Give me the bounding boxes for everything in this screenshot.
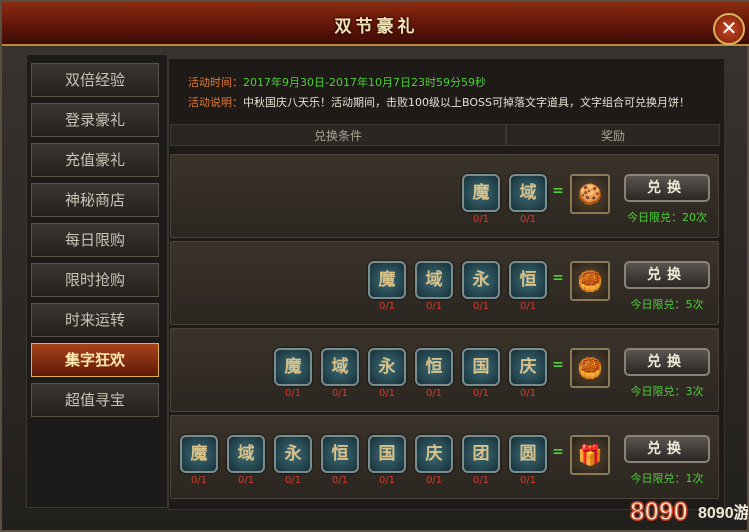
character-item[interactable]: 域 [509,174,547,212]
equals-sign: = [552,270,564,286]
equals-sign: = [552,444,564,460]
sidebar-item[interactable]: 集字狂欢 [31,343,159,377]
character-item[interactable]: 域 [321,348,359,386]
character-item[interactable]: 团 [462,435,500,473]
watermark-text: 8090游戏 [698,503,748,522]
character-count: 0/1 [472,475,490,486]
character-count: 0/1 [284,388,302,399]
character-count: 0/1 [378,388,396,399]
character-item[interactable]: 恒 [321,435,359,473]
sidebar-item[interactable]: 双倍经验 [31,63,159,97]
event-window: 双节豪礼 ✕ 双倍经验登录豪礼充值豪礼神秘商店每日限购限时抢购时来运转集字狂欢超… [0,0,749,532]
exchange-button[interactable]: 兑换 [624,261,710,289]
sidebar-item[interactable]: 神秘商店 [31,183,159,217]
exchange-button[interactable]: 兑换 [624,174,710,202]
character-item[interactable]: 域 [415,261,453,299]
sidebar-item[interactable]: 时来运转 [31,303,159,337]
event-info: 活动时间：2017年9月30日-2017年10月7日23时59分59秒 活动说明… [188,73,690,113]
character-item[interactable]: 庆 [509,348,547,386]
character-count: 0/1 [378,475,396,486]
character-count: 0/1 [378,301,396,312]
character-item[interactable]: 永 [462,261,500,299]
character-item[interactable]: 国 [462,348,500,386]
character-count: 0/1 [519,301,537,312]
character-item[interactable]: 魔 [180,435,218,473]
daily-limit-text: 今日限兑：5次 [630,298,704,311]
time-value: 2017年9月30日-2017年10月7日23时59分59秒 [243,76,486,89]
character-item[interactable]: 庆 [415,435,453,473]
character-item[interactable]: 国 [368,435,406,473]
mooncake-jade-bowl-icon[interactable]: 🥮 [570,348,610,388]
sidebar-item[interactable]: 每日限购 [31,223,159,257]
sidebar-item[interactable]: 登录豪礼 [31,103,159,137]
character-count: 0/1 [284,475,302,486]
character-item[interactable]: 魔 [368,261,406,299]
character-item[interactable]: 恒 [509,261,547,299]
character-count: 0/1 [425,475,443,486]
exchange-button[interactable]: 兑换 [624,348,710,376]
sidebar-item[interactable]: 充值豪礼 [31,143,159,177]
character-count: 0/1 [425,388,443,399]
character-count: 0/1 [519,475,537,486]
character-count: 0/1 [331,475,349,486]
character-count: 0/1 [519,388,537,399]
character-count: 0/1 [472,388,490,399]
daily-limit-text: 今日限兑：3次 [630,385,704,398]
character-count: 0/1 [519,214,537,225]
close-icon: ✕ [720,16,738,40]
close-button[interactable]: ✕ [713,13,745,45]
character-count: 0/1 [472,301,490,312]
character-count: 0/1 [190,475,208,486]
mooncake-bowl-icon[interactable]: 🥮 [570,261,610,301]
character-count: 0/1 [331,388,349,399]
character-item[interactable]: 永 [274,435,312,473]
daily-limit-text: 今日限兑：20次 [627,211,707,224]
daily-limit-text: 今日限兑：1次 [630,472,704,485]
character-count: 0/1 [472,214,490,225]
time-label: 活动时间： [188,76,243,89]
col-header-reward: 奖励 [506,124,720,146]
svg-text:8090: 8090 [630,496,688,526]
desc-label: 活动说明： [188,96,243,109]
character-count: 0/1 [425,301,443,312]
character-item[interactable]: 魔 [462,174,500,212]
sidebar-item[interactable]: 限时抢购 [31,263,159,297]
character-count: 0/1 [237,475,255,486]
mooncake-plate-icon[interactable]: 🍪 [570,174,610,214]
equals-sign: = [552,357,564,373]
character-item[interactable]: 圆 [509,435,547,473]
mooncake-gift-box-icon[interactable]: 🎁 [570,435,610,475]
logo-watermark: 8090 8090游戏 [629,495,748,527]
sidebar-item[interactable]: 超值寻宝 [31,383,159,417]
desc-value: 中秋国庆八天乐！活动期间，击败100级以上BOSS可掉落文字道具，文字组合可兑换… [243,96,690,109]
window-title: 双节豪礼 [334,17,419,37]
character-item[interactable]: 魔 [274,348,312,386]
character-item[interactable]: 永 [368,348,406,386]
character-item[interactable]: 域 [227,435,265,473]
exchange-button[interactable]: 兑换 [624,435,710,463]
title-bar: 双节豪礼 [2,2,749,46]
col-header-condition: 兑换条件 [170,124,506,146]
equals-sign: = [552,183,564,199]
character-item[interactable]: 恒 [415,348,453,386]
